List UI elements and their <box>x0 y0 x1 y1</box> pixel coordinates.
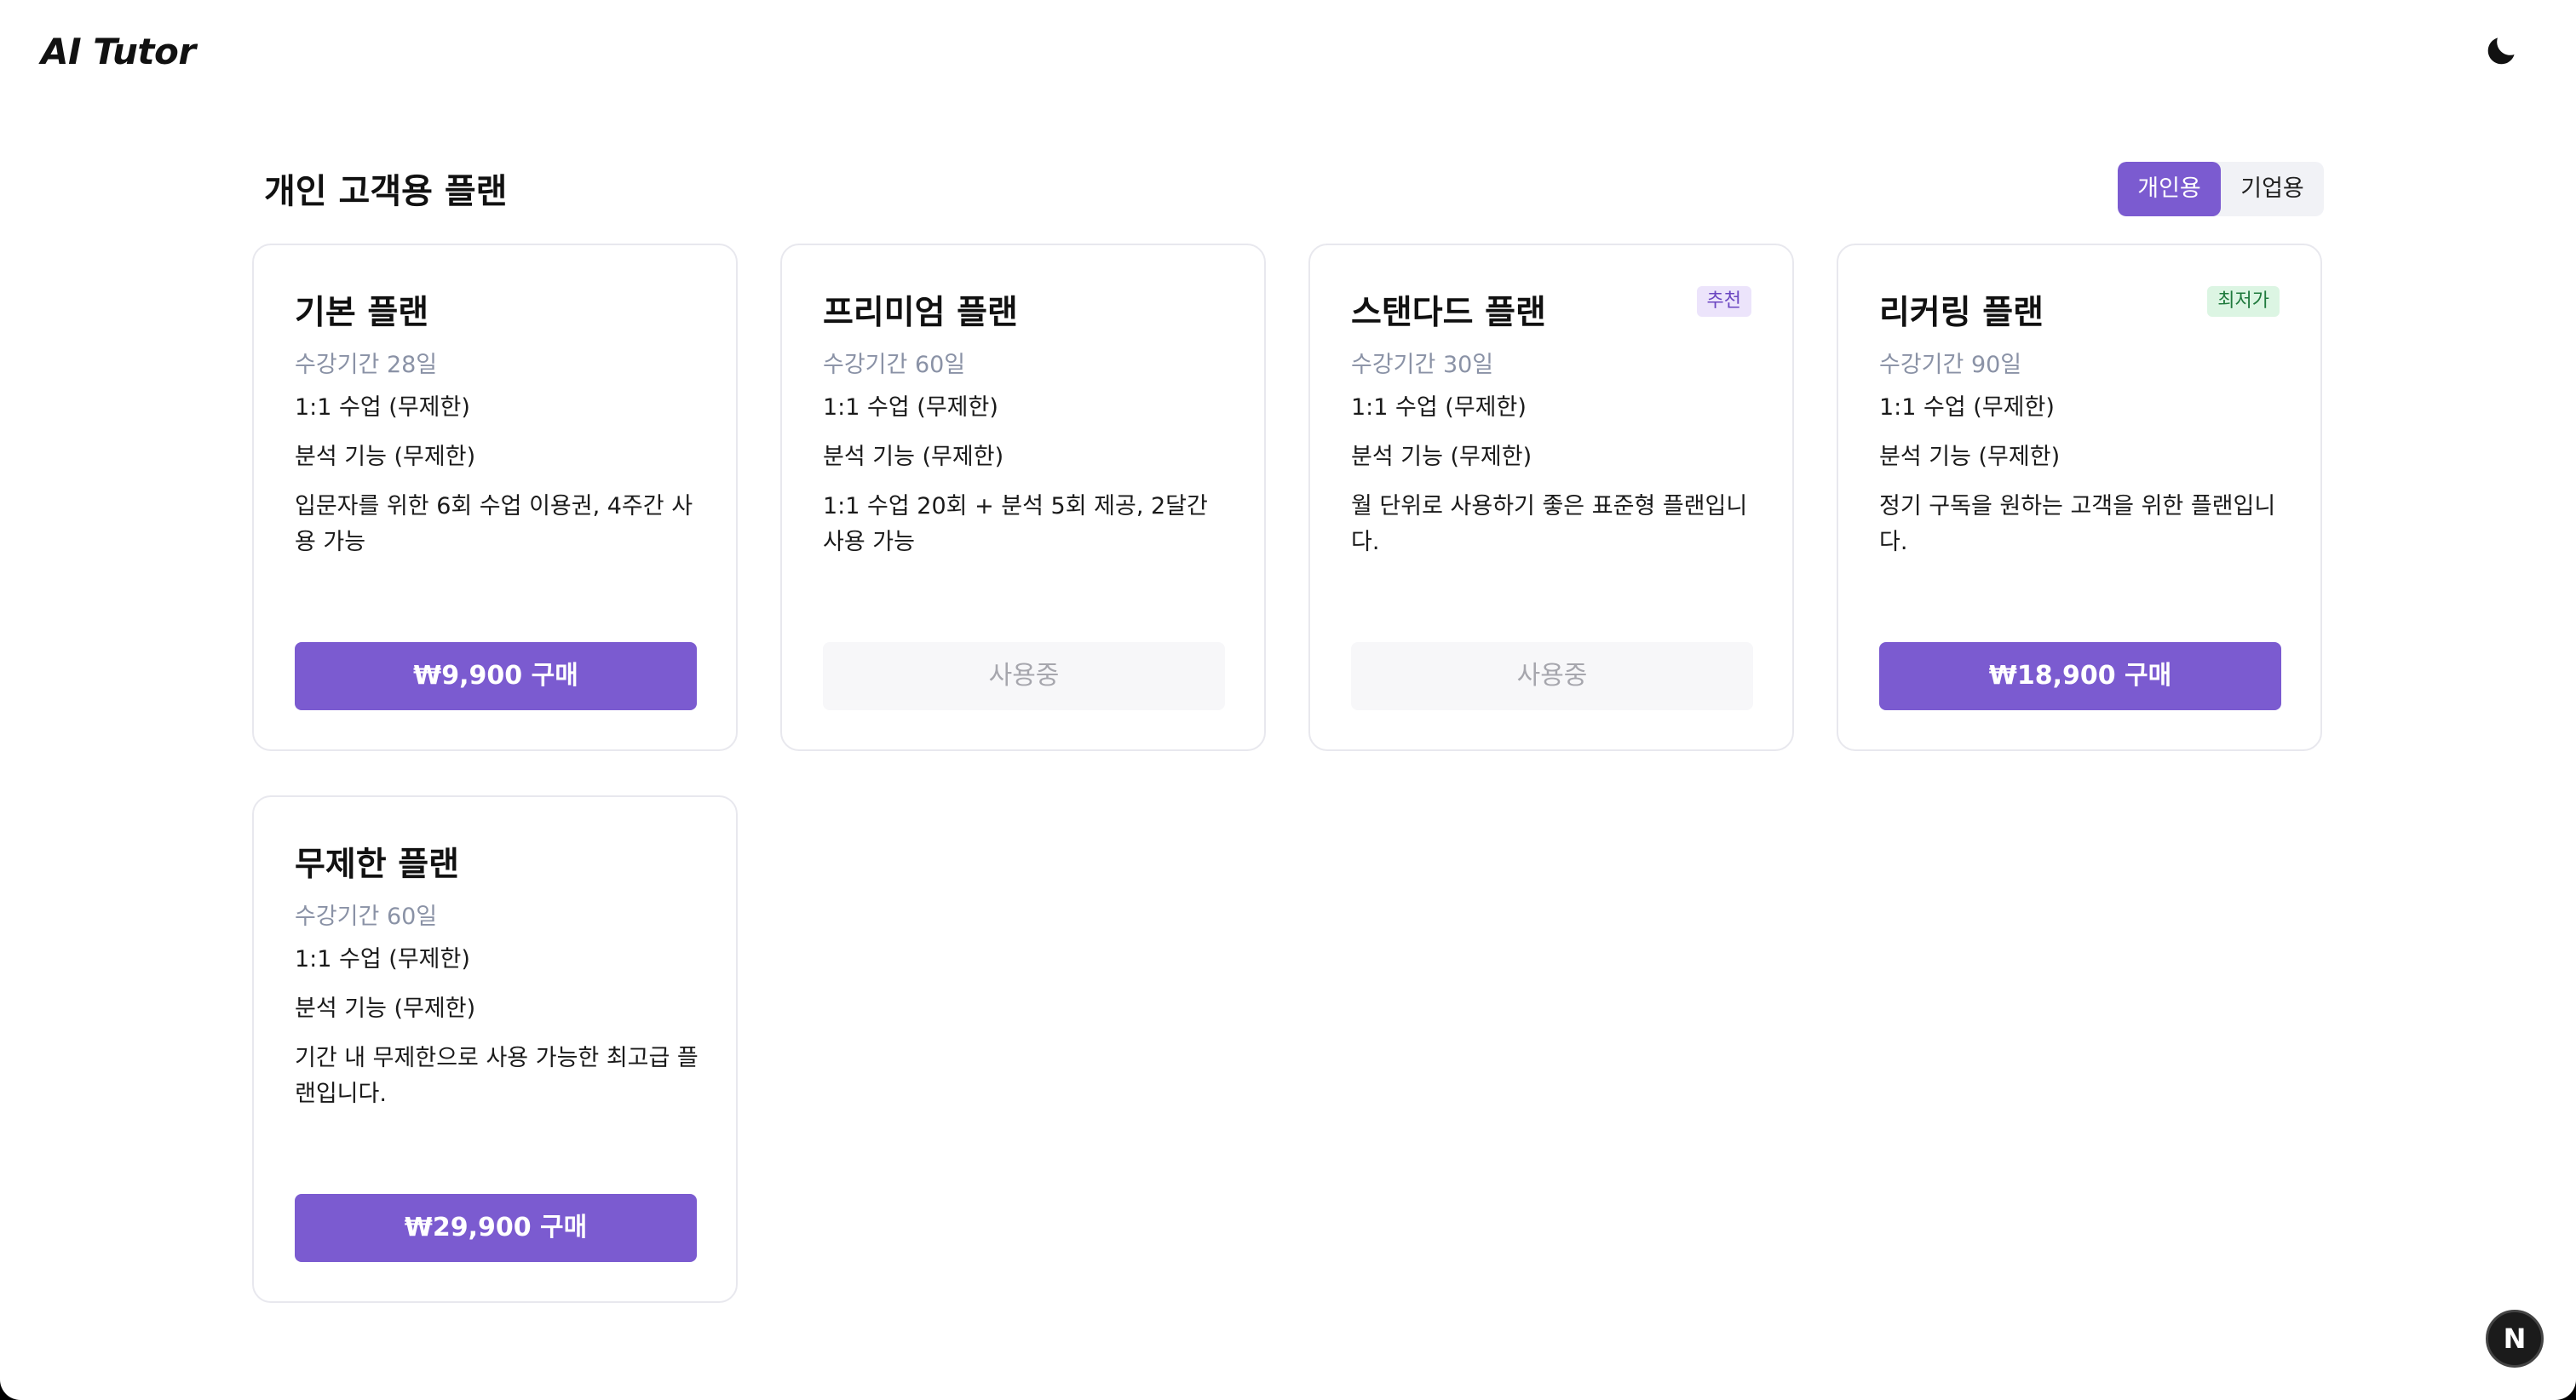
buy-button[interactable]: ₩29,900 구매 <box>295 1194 697 1262</box>
plan-title: 리커링 플랜 <box>1879 294 2044 332</box>
buy-button[interactable]: ₩18,900 구매 <box>1879 642 2281 710</box>
plan-type-toggle: 개인용 기업용 <box>2118 162 2324 216</box>
plan-feature: 기간 내 무제한으로 사용 가능한 최고급 플랜입니다. <box>295 1045 699 1107</box>
plan-feature: 1:1 수업 (무제한) <box>823 394 998 421</box>
recommended-badge: 추천 <box>1696 286 1751 317</box>
plan-feature: 입문자를 위한 6회 수업 이용권, 4주간 사용 가능 <box>295 493 693 555</box>
plan-feature: 분석 기능 (무제한) <box>1351 444 1532 470</box>
top-bar: AI Tutor <box>0 0 2576 109</box>
plan-feature: 분석 기능 (무제한) <box>295 444 476 470</box>
brand-logo[interactable]: AI Tutor <box>41 31 196 72</box>
plan-title: 기본 플랜 <box>295 294 429 332</box>
lowest-price-badge: 최저가 <box>2207 286 2280 317</box>
plan-card-standard: 스탠다드 플랜 추천 수강기간 30일 1:1 수업 (무제한) 분석 기능 (… <box>1308 244 1794 751</box>
plan-title: 무제한 플랜 <box>295 846 459 884</box>
buy-button[interactable]: ₩9,900 구매 <box>295 642 697 710</box>
plan-features: 1:1 수업 (무제한) 분석 기능 (무제한) 입문자를 위한 6회 수업 이… <box>295 390 704 574</box>
plan-feature: 분석 기능 (무제한) <box>823 444 1004 470</box>
plan-duration: 수강기간 30일 <box>1351 352 1494 378</box>
section-title: 개인 고객용 플랜 <box>264 172 508 211</box>
plan-feature: 정기 구독을 원하는 고객을 위한 플랜입니다. <box>1879 493 2276 555</box>
plan-card-premium: 프리미엄 플랜 수강기간 60일 1:1 수업 (무제한) 분석 기능 (무제한… <box>780 244 1266 751</box>
theme-toggle-button[interactable] <box>2482 32 2520 70</box>
plan-title: 프리미엄 플랜 <box>823 294 1018 332</box>
plan-feature: 월 단위로 사용하기 좋은 표준형 플랜입니다. <box>1351 493 1748 555</box>
plan-features: 1:1 수업 (무제한) 분석 기능 (무제한) 1:1 수업 20회 + 분석… <box>823 390 1232 574</box>
plan-features: 1:1 수업 (무제한) 분석 기능 (무제한) 정기 구독을 원하는 고객을 … <box>1879 390 2288 574</box>
plan-card-recurring: 리커링 플랜 최저가 수강기간 90일 1:1 수업 (무제한) 분석 기능 (… <box>1837 244 2322 751</box>
plan-duration: 수강기간 90일 <box>1879 352 2022 378</box>
plan-duration: 수강기간 60일 <box>295 904 438 930</box>
plan-duration: 수강기간 60일 <box>823 352 966 378</box>
plan-feature: 1:1 수업 (무제한) <box>295 394 470 421</box>
plan-card-unlimited: 무제한 플랜 수강기간 60일 1:1 수업 (무제한) 분석 기능 (무제한)… <box>252 795 738 1303</box>
plan-feature: 1:1 수업 20회 + 분석 5회 제공, 2달간 사용 가능 <box>823 493 1208 555</box>
in-use-button: 사용중 <box>823 642 1225 710</box>
plan-feature: 1:1 수업 (무제한) <box>295 946 470 973</box>
plan-features: 1:1 수업 (무제한) 분석 기능 (무제한) 기간 내 무제한으로 사용 가… <box>295 942 704 1126</box>
moon-icon <box>2482 32 2520 70</box>
tab-business[interactable]: 기업용 <box>2221 162 2324 216</box>
plan-features: 1:1 수업 (무제한) 분석 기능 (무제한) 월 단위로 사용하기 좋은 표… <box>1351 390 1760 574</box>
plan-feature: 분석 기능 (무제한) <box>295 995 476 1022</box>
plan-feature: 1:1 수업 (무제한) <box>1351 394 1527 421</box>
plan-title: 스탠다드 플랜 <box>1351 294 1546 332</box>
nextjs-dev-badge[interactable]: N <box>2486 1310 2544 1368</box>
app-viewport: AI Tutor 개인 고객용 플랜 개인용 기업용 기본 플랜 수강기간 28… <box>0 0 2576 1400</box>
plan-duration: 수강기간 28일 <box>295 352 438 378</box>
plan-card-basic: 기본 플랜 수강기간 28일 1:1 수업 (무제한) 분석 기능 (무제한) … <box>252 244 738 751</box>
in-use-button: 사용중 <box>1351 642 1753 710</box>
plan-feature: 1:1 수업 (무제한) <box>1879 394 2055 421</box>
plan-feature: 분석 기능 (무제한) <box>1879 444 2061 470</box>
tab-personal[interactable]: 개인용 <box>2118 162 2221 216</box>
